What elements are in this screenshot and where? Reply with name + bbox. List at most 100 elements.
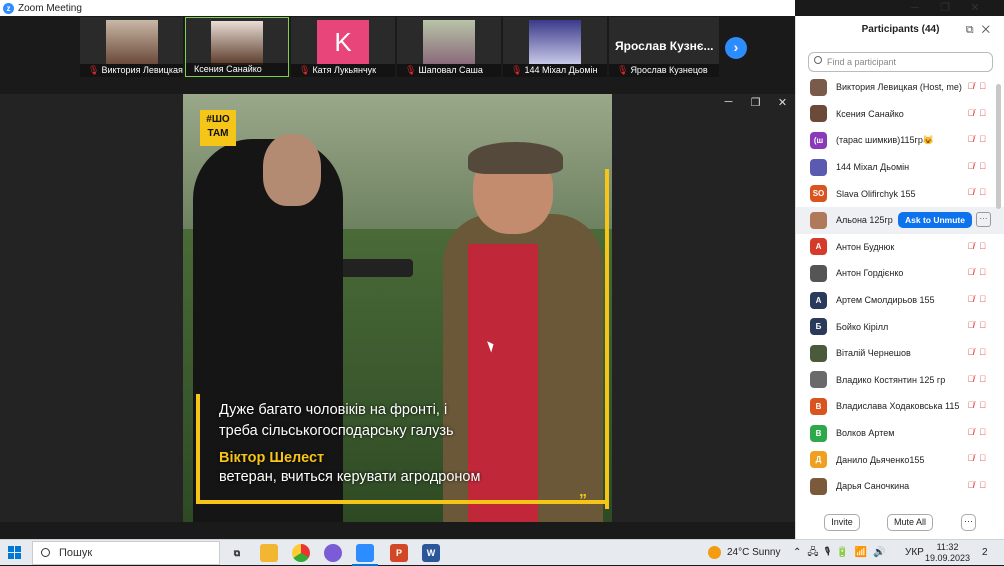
thumbnail-name: 🎙 144 Міхал Дьомін — [503, 64, 607, 77]
thumbnail-name: 🎙 Катя Лукьянчук — [291, 64, 395, 77]
windows-taskbar: Пошук ⧉ P W 24°C Sunny ⌃🖧🎙🔋📶🔊 УКР 11:32 … — [0, 539, 1004, 566]
participant-name: Волков Артем — [836, 428, 895, 439]
muted-mic-video-off-icon: 🎙̸⧄ — [967, 134, 991, 145]
next-page-arrow-icon[interactable]: › — [725, 37, 747, 59]
participant-row[interactable]: B Владислава Ходаковська 115 🎙̸⧄ — [796, 393, 1004, 420]
search-icon — [814, 56, 822, 64]
video-maximize-button[interactable]: ❐ — [742, 96, 769, 109]
participant-row[interactable]: Ксения Санайко 🎙̸⧄ — [796, 101, 1004, 128]
thumbnail-tile[interactable]: 🎙 Шаповал Саша — [397, 17, 501, 77]
windows-start-icon[interactable] — [8, 546, 21, 559]
task-view-icon[interactable]: ⧉ — [228, 544, 246, 562]
avatar — [810, 344, 827, 362]
muted-mic-video-off-icon: 🎙̸⧄ — [967, 346, 991, 357]
popout-icon[interactable]: ⧉ — [966, 24, 982, 36]
person-left-head — [263, 134, 321, 206]
participant-more-button[interactable]: ··· — [976, 211, 991, 227]
thumbnail-strip: 🎙 Виктория Левицкая Ксения Санайко K 🎙 Кат… — [0, 16, 795, 94]
participant-row[interactable]: A Антон Буднюк 🎙̸⧄ — [796, 234, 1004, 261]
video-close-button[interactable]: ✕ — [769, 96, 796, 109]
panel-header-icons: ⧉✕ — [966, 24, 998, 37]
participant-row[interactable]: Виктория Левицкая (Host, me) 🎙̸⧄ — [796, 74, 1004, 101]
participant-row[interactable]: Дарья Саночкина 🎙̸⧄ — [796, 473, 1004, 499]
panel-close-icon[interactable]: ✕ — [982, 24, 998, 36]
participant-name: Антон Гордієнко — [836, 268, 904, 279]
avatar: Б — [810, 318, 827, 336]
avatar — [810, 264, 827, 282]
participant-row[interactable]: Віталій Чернешов 🎙̸⧄ — [796, 340, 1004, 367]
avatar — [810, 371, 827, 389]
video-window-controls: ─ ❐ ✕ — [715, 96, 796, 109]
profile-picture — [529, 20, 581, 64]
participant-name: Бойко Кірілл — [836, 321, 889, 332]
muted-mic-icon: 🎙 — [617, 65, 629, 75]
participant-row[interactable]: SO Slava Olifirchyk 155 🎙̸⧄ — [796, 180, 1004, 207]
participant-row[interactable]: Альона 125гр Ask to Unmute ··· — [796, 206, 1004, 234]
powerpoint-icon[interactable]: P — [390, 544, 408, 562]
muted-mic-video-off-icon: 🎙̸⧄ — [967, 160, 991, 171]
channel-badge: #ШО ТАМ — [200, 110, 236, 146]
muted-mic-video-off-icon: 🎙̸⧄ — [967, 373, 991, 384]
muted-mic-video-off-icon: 🎙̸⧄ — [967, 81, 991, 91]
participant-row[interactable]: B Волков Артем 🎙̸⧄ — [796, 420, 1004, 447]
video-minimize-button[interactable]: ─ — [715, 96, 742, 109]
zoom-app-icon[interactable] — [356, 544, 374, 562]
scrollbar-thumb[interactable] — [996, 84, 1001, 209]
muted-mic-icon: 🎙 — [88, 65, 100, 75]
thumbnail-tile[interactable]: 🎙 144 Міхал Дьомін — [503, 17, 607, 77]
participant-name: 144 Міхал Дьомін — [836, 162, 910, 173]
shared-video[interactable]: #ШО ТАМ Дуже багато чоловіків на фронті,… — [183, 94, 612, 522]
word-icon[interactable]: W — [422, 544, 440, 562]
participant-row[interactable]: Б Бойко Кірілл 🎙̸⧄ — [796, 313, 1004, 340]
muted-mic-icon: 🎙 — [511, 65, 523, 75]
thumbnail-tile[interactable]: Ярослав Кузнє... 🎙 Ярослав Кузнецов — [609, 17, 719, 77]
taskbar-clock[interactable]: 11:32 19.09.2023 — [925, 542, 970, 564]
muted-mic-video-off-icon: 🎙̸⧄ — [967, 453, 991, 464]
notification-count[interactable]: 2 — [982, 540, 988, 566]
panel-footer: Invite Mute All ··· — [796, 512, 1004, 539]
participant-row[interactable]: A Артем Смолдирьов 155 🎙̸⧄ — [796, 287, 1004, 314]
participant-row[interactable]: Д Данило Дьяченко155 🎙̸⧄ — [796, 446, 1004, 473]
close-button[interactable]: ✕ — [960, 0, 990, 16]
participant-row[interactable]: 144 Міхал Дьомін 🎙̸⧄ — [796, 154, 1004, 181]
maximize-button[interactable]: ❐ — [930, 0, 960, 16]
participant-row[interactable]: (ш (тарас шимкив)115гр😺 🎙̸⧄ — [796, 127, 1004, 154]
avatar: SO — [810, 185, 827, 203]
participant-search-input[interactable]: Find a participant — [808, 52, 993, 72]
muted-mic-video-off-icon: 🎙̸⧄ — [967, 107, 991, 118]
thumbnail-name: 🎙 Шаповал Саша — [397, 64, 501, 77]
thumbnail-name: Ксения Санайко — [186, 63, 288, 76]
main-video-area: #ШО ТАМ Дуже багато чоловіків на фронті,… — [0, 94, 795, 522]
minimize-button[interactable]: ─ — [900, 0, 930, 16]
thumbnail-tile[interactable]: Ксения Санайко — [185, 17, 289, 77]
participant-name: Владислава Ходаковська 115 — [836, 401, 960, 412]
chrome-icon[interactable] — [292, 544, 310, 562]
participant-name: Віталій Чернешов — [836, 348, 911, 359]
language-indicator[interactable]: УКР — [905, 540, 924, 566]
file-explorer-icon[interactable] — [260, 544, 278, 562]
speaker-name: Віктор Шелест — [219, 450, 325, 466]
muted-mic-video-off-icon: 🎙̸⧄ — [967, 479, 991, 490]
avatar — [810, 105, 827, 123]
zoom-logo-icon: z — [3, 2, 14, 14]
participant-row[interactable]: Владико Костянтин 125 гр 🎙̸⧄ — [796, 367, 1004, 394]
scrollbar[interactable] — [996, 76, 1001, 496]
ask-to-unmute-button[interactable]: Ask to Unmute — [898, 211, 972, 228]
system-tray-icons[interactable]: ⌃🖧🎙🔋📶🔊 — [793, 540, 892, 566]
subtitle-line-1: Дуже багато чоловіків на фронті, і — [219, 402, 448, 418]
thumbnail-name: 🎙 Виктория Левицкая — [80, 64, 183, 77]
viber-icon[interactable] — [324, 544, 342, 562]
participant-name: Виктория Левицкая (Host, me) — [836, 82, 962, 93]
avatar-initial: K — [317, 20, 369, 64]
bottom-bar — [0, 522, 795, 539]
participant-row[interactable]: Антон Гордієнко 🎙̸⧄ — [796, 260, 1004, 287]
thumbnail-tile[interactable]: 🎙 Виктория Левицкая — [80, 17, 183, 77]
more-options-button[interactable]: ··· — [961, 514, 976, 531]
mute-all-button[interactable]: Mute All — [887, 514, 933, 531]
thumbnail-tile[interactable]: K 🎙 Катя Лукьянчук — [291, 17, 395, 77]
invite-button[interactable]: Invite — [824, 514, 860, 531]
weather-text[interactable]: 24°C Sunny — [727, 540, 780, 566]
participant-name: (тарас шимкив)115гр😺 — [836, 134, 935, 145]
participants-panel: Participants (44) ⧉✕ Find a participant … — [795, 16, 1004, 539]
taskbar-search-input[interactable]: Пошук — [32, 541, 220, 565]
